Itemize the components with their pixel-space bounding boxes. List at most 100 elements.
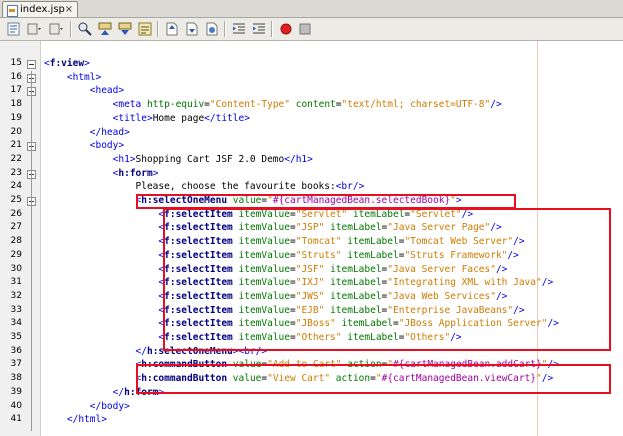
- code-token: <body>: [89, 140, 125, 152]
- back-icon[interactable]: [48, 21, 64, 37]
- code-line: <meta http-equiv="Content-Type" content=…: [44, 98, 502, 112]
- find-next-icon[interactable]: [117, 21, 133, 37]
- code-token: f:view: [49, 58, 85, 69]
- line-number: 26: [10, 208, 22, 219]
- code-token: <html>: [66, 71, 102, 83]
- line-number: 19: [10, 112, 22, 123]
- next-bookmark-icon[interactable]: [184, 21, 200, 37]
- code-token: Home page: [152, 112, 205, 124]
- record-macro-icon[interactable]: [278, 21, 294, 37]
- shift-left-icon[interactable]: [231, 21, 247, 37]
- line-number: 38: [10, 373, 22, 384]
- line-number: 27: [10, 222, 22, 233]
- code-token: </: [112, 386, 125, 398]
- code-token: </: [135, 345, 147, 357]
- code-line: <head>: [44, 84, 124, 98]
- code-token: <head>: [89, 85, 125, 97]
- source-view-icon[interactable]: [6, 21, 22, 37]
- code-token: <br/>: [335, 181, 365, 193]
- line-number: 37: [10, 359, 22, 370]
- line-number: 15: [10, 58, 22, 68]
- code-token: "text/html; charset=UTF-8": [341, 99, 491, 111]
- line-number: 39: [10, 386, 22, 397]
- toolbar-separator: [271, 21, 272, 37]
- history-icon[interactable]: [26, 21, 42, 37]
- code-token: </head>: [89, 126, 130, 138]
- toolbar-separator: [157, 21, 158, 37]
- code-line: <title>Home page</title>: [44, 112, 250, 126]
- line-number: 36: [10, 345, 22, 356]
- code-token: content: [295, 99, 336, 111]
- line-number: 25: [10, 195, 22, 205]
- code-line: </html>: [44, 413, 107, 427]
- line-number: 41: [10, 414, 22, 425]
- selectitems-highlight-box: [163, 208, 611, 351]
- toggle-highlight-icon[interactable]: [137, 21, 153, 37]
- line-number-gutter: 15 16 17 18 19 20 21 22 23 24 25 26 27 28 29 30 31 32 33 34…: [0, 41, 41, 436]
- line-number: 29: [10, 249, 22, 260]
- close-icon[interactable]: ×: [65, 2, 73, 17]
- find-previous-icon[interactable]: [97, 21, 113, 37]
- code-token: </title>: [204, 112, 250, 124]
- toolbar-separator: [70, 21, 71, 37]
- code-token: </html>: [66, 414, 107, 426]
- line-number: 31: [10, 277, 22, 288]
- code-token: <title>: [112, 112, 153, 124]
- line-number: 22: [10, 153, 22, 164]
- code-line: </body>: [44, 400, 130, 414]
- line-number: 30: [10, 263, 22, 274]
- code-token: />: [490, 99, 502, 111]
- shift-right-icon[interactable]: [251, 21, 267, 37]
- find-icon[interactable]: [77, 21, 93, 37]
- code-token: Shopping Cart JSF 2.0 Demo: [135, 153, 285, 165]
- jsp-file-icon: [7, 5, 18, 17]
- code-token: >: [152, 167, 159, 179]
- code-line: </head>: [44, 126, 130, 140]
- line-number: 18: [10, 99, 22, 110]
- code-line: Please, choose the favourite books:<br/>: [44, 180, 365, 194]
- selectonemenu-highlight-box: [136, 194, 516, 209]
- code-token: h:form: [118, 167, 153, 179]
- code-token: http-equiv: [146, 99, 205, 111]
- code-line: <body>: [44, 139, 124, 153]
- line-number: 35: [10, 332, 22, 342]
- fold-guide-line: [31, 71, 32, 431]
- code-token: "Content-Type": [209, 99, 290, 111]
- code-token: <meta: [112, 99, 147, 111]
- line-number: 24: [10, 181, 22, 192]
- line-number: 34: [10, 318, 22, 329]
- toggle-bookmark-icon[interactable]: [204, 21, 220, 37]
- code-token: </h1>: [284, 153, 313, 165]
- code-token: Please, choose the favourite books:: [44, 181, 336, 193]
- line-number: 16: [10, 71, 22, 82]
- line-number: 21: [10, 140, 22, 151]
- line-number: 33: [10, 304, 22, 315]
- fold-collapse-icon[interactable]: [27, 60, 36, 69]
- line-number: 40: [10, 400, 22, 411]
- tab-index-jsp[interactable]: index.jsp ×: [2, 1, 78, 17]
- line-number: 17: [10, 85, 22, 96]
- prev-bookmark-icon[interactable]: [164, 21, 180, 37]
- stop-macro-icon[interactable]: [297, 21, 313, 37]
